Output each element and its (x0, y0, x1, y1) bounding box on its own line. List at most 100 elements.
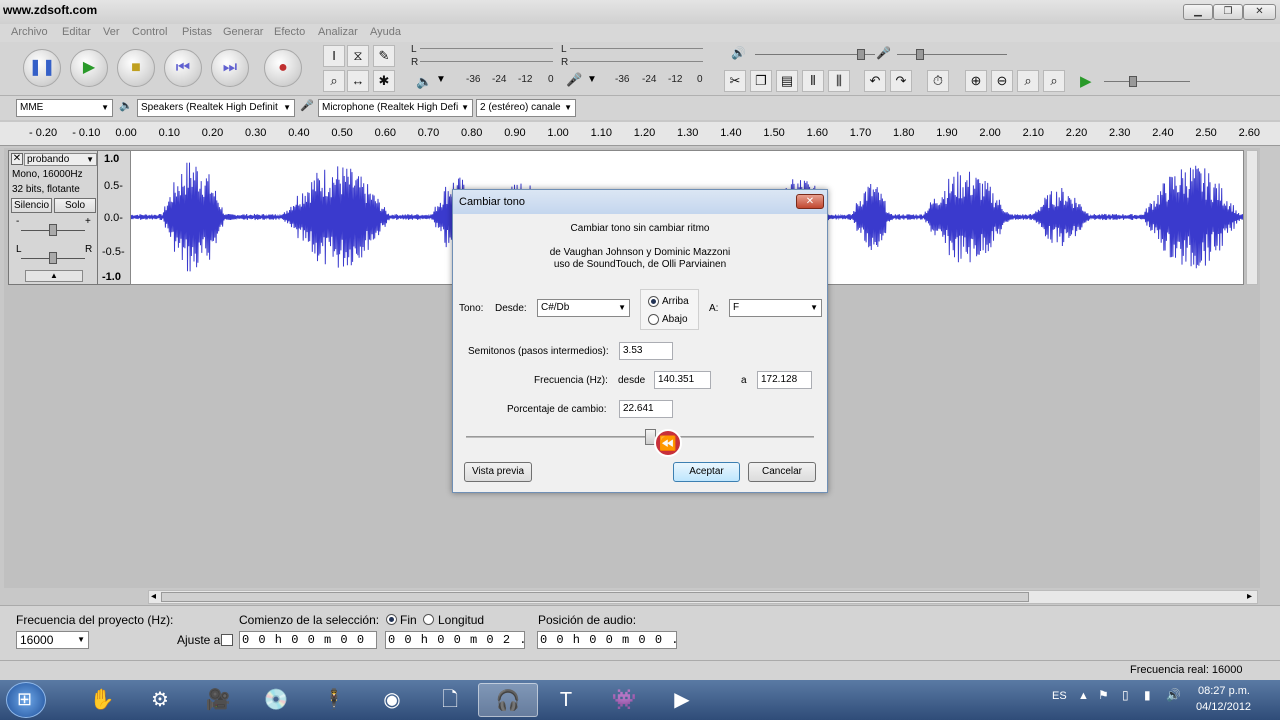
fit-project-button[interactable]: ⌕ (1043, 70, 1065, 92)
selection-end-time[interactable]: 0 0 h 0 0 m 0 2 . 5 8 1 s (385, 631, 525, 649)
taskbar-app-camera[interactable]: 🎥 (188, 683, 248, 717)
freq-to-input[interactable]: 172.128 (757, 371, 812, 389)
taskbar-app-settings[interactable]: ⚙ (130, 683, 190, 717)
collapse-track-button[interactable]: ▲ (25, 270, 83, 282)
menu-control[interactable]: Control (132, 26, 167, 38)
menu-archivo[interactable]: Archivo (11, 26, 48, 38)
ok-button[interactable]: Aceptar (673, 462, 740, 482)
microphone-icon[interactable]: 🎤 (566, 72, 582, 88)
silence-button[interactable]: ⫼ (828, 70, 850, 92)
taskbar-app-figure[interactable]: 🕴 (304, 683, 364, 717)
longitud-radio[interactable] (423, 614, 434, 625)
snap-checkbox[interactable] (221, 634, 233, 646)
clock-time[interactable]: 08:27 p.m. (1198, 685, 1250, 697)
menu-generar[interactable]: Generar (223, 26, 263, 38)
preview-button[interactable]: Vista previa (464, 462, 532, 482)
play-speed-slider[interactable] (1104, 81, 1190, 82)
percent-change-input[interactable]: 22.641 (619, 400, 673, 418)
cancel-button[interactable]: Cancelar (748, 462, 816, 482)
arriba-radio[interactable] (648, 296, 659, 307)
taskbar-app-player[interactable]: ▶ (652, 683, 712, 717)
audio-position-time[interactable]: 0 0 h 0 0 m 0 0 . 0 0 0 s (537, 631, 677, 649)
timeline-ruler[interactable]: - 0.20 - 0.10 0.00 0.10 0.20 0.30 0.40 0.50 0.60… (0, 122, 1280, 146)
scroll-thumb[interactable] (161, 592, 1029, 602)
rec-meter-dropdown-icon[interactable]: ▼ (587, 74, 597, 85)
selection-start-time[interactable]: 0 0 h 0 0 m 0 0 . 0 0 0 s (239, 631, 377, 649)
close-window-button[interactable]: ✕ (1243, 4, 1276, 20)
abajo-radio[interactable] (648, 314, 659, 325)
fin-radio[interactable] (386, 614, 397, 625)
gain-slider-thumb[interactable] (49, 224, 57, 236)
multi-tool[interactable]: ✱ (373, 70, 395, 92)
freq-from-input[interactable]: 140.351 (654, 371, 711, 389)
taskbar-app-disc[interactable]: 💿 (246, 683, 306, 717)
redo-button[interactable]: ↷ (890, 70, 912, 92)
zoom-in-button[interactable]: ⊕ (965, 70, 987, 92)
project-rate-select[interactable]: 16000 (16, 631, 89, 649)
network-icon[interactable]: ▮ (1144, 688, 1151, 702)
skip-end-button[interactable]: ⏭ (211, 49, 249, 87)
meter-dropdown-icon[interactable]: ▼ (436, 74, 446, 85)
stop-button[interactable]: ■ (117, 49, 155, 87)
semitones-input[interactable]: 3.53 (619, 342, 673, 360)
zoom-tool[interactable]: ⌕ (323, 70, 345, 92)
fit-selection-button[interactable]: ⌕ (1017, 70, 1039, 92)
speaker-icon[interactable]: 🔈 (416, 74, 432, 90)
pitch-from-select[interactable]: C#/Db (537, 299, 630, 317)
play-speed-thumb[interactable] (1129, 76, 1137, 87)
taskbar-app-audacity[interactable]: 🎧 (478, 683, 538, 717)
play-at-speed-icon[interactable]: ▶ (1080, 72, 1092, 90)
cut-button[interactable]: ✂ (724, 70, 746, 92)
input-volume-thumb[interactable] (916, 49, 924, 60)
pan-slider-thumb[interactable] (49, 252, 57, 264)
channels-select[interactable]: 2 (estéreo) canale (476, 99, 576, 117)
menu-editar[interactable]: Editar (62, 26, 91, 38)
menu-pistas[interactable]: Pistas (182, 26, 212, 38)
language-indicator[interactable]: ES (1052, 690, 1067, 702)
menu-ayuda[interactable]: Ayuda (370, 26, 401, 38)
solo-button[interactable]: Solo (54, 198, 96, 213)
maximize-button[interactable]: ❐ (1213, 4, 1243, 20)
taskbar-app-chrome[interactable]: ◉ (362, 683, 422, 717)
tray-expand-icon[interactable]: ▲ (1078, 690, 1089, 702)
undo-button[interactable]: ↶ (864, 70, 886, 92)
audio-host-select[interactable]: MME (16, 99, 113, 117)
dialog-close-button[interactable]: ✕ (796, 194, 824, 209)
mute-button[interactable]: Silencio (11, 198, 52, 213)
track-vscroll[interactable] (1246, 150, 1258, 285)
menu-analizar[interactable]: Analizar (318, 26, 358, 38)
taskbar-app-editor[interactable]: T (536, 683, 596, 717)
horizontal-scrollbar[interactable]: ◂ ▸ (148, 590, 1258, 604)
pause-button[interactable]: ❚❚ (23, 49, 61, 87)
play-button[interactable]: ▶ (70, 49, 108, 87)
record-button[interactable]: ● (264, 49, 302, 87)
trim-button[interactable]: ⫴ (802, 70, 824, 92)
input-device-select[interactable]: Microphone (Realtek High Defi (318, 99, 473, 117)
selection-tool[interactable]: I (323, 45, 345, 67)
scroll-right-icon[interactable]: ▸ (1247, 591, 1252, 602)
menu-efecto[interactable]: Efecto (274, 26, 305, 38)
percent-change-slider[interactable] (466, 436, 814, 438)
output-device-select[interactable]: Speakers (Realtek High Definit (137, 99, 295, 117)
paste-button[interactable]: ▤ (776, 70, 798, 92)
draw-tool[interactable]: ✎ (373, 45, 395, 67)
minimize-button[interactable]: ▁ (1183, 4, 1213, 20)
flag-icon[interactable]: ⚑ (1098, 688, 1109, 702)
track-name-menu[interactable]: probando ▼ (24, 153, 97, 166)
copy-button[interactable]: ❐ (750, 70, 772, 92)
clock-date[interactable]: 04/12/2012 (1196, 701, 1251, 713)
output-volume-thumb[interactable] (857, 49, 865, 60)
timeshift-tool[interactable]: ↔ (347, 70, 369, 92)
sync-lock-button[interactable]: ⏱ (927, 70, 949, 92)
scroll-left-icon[interactable]: ◂ (151, 591, 156, 602)
skip-start-button[interactable]: ⏮ (164, 49, 202, 87)
menu-ver[interactable]: Ver (103, 26, 120, 38)
close-track-button[interactable]: ✕ (11, 153, 23, 165)
taskbar-app-glove[interactable]: ✋ (72, 683, 132, 717)
input-volume-slider[interactable] (897, 54, 1007, 55)
envelope-tool[interactable]: ⧖ (347, 45, 369, 67)
pitch-to-select[interactable]: F (729, 299, 822, 317)
taskbar-app-document[interactable]: 🗋 (420, 683, 480, 717)
volume-icon[interactable]: 🔊 (1166, 688, 1181, 702)
start-button[interactable]: ⊞ (6, 682, 46, 718)
